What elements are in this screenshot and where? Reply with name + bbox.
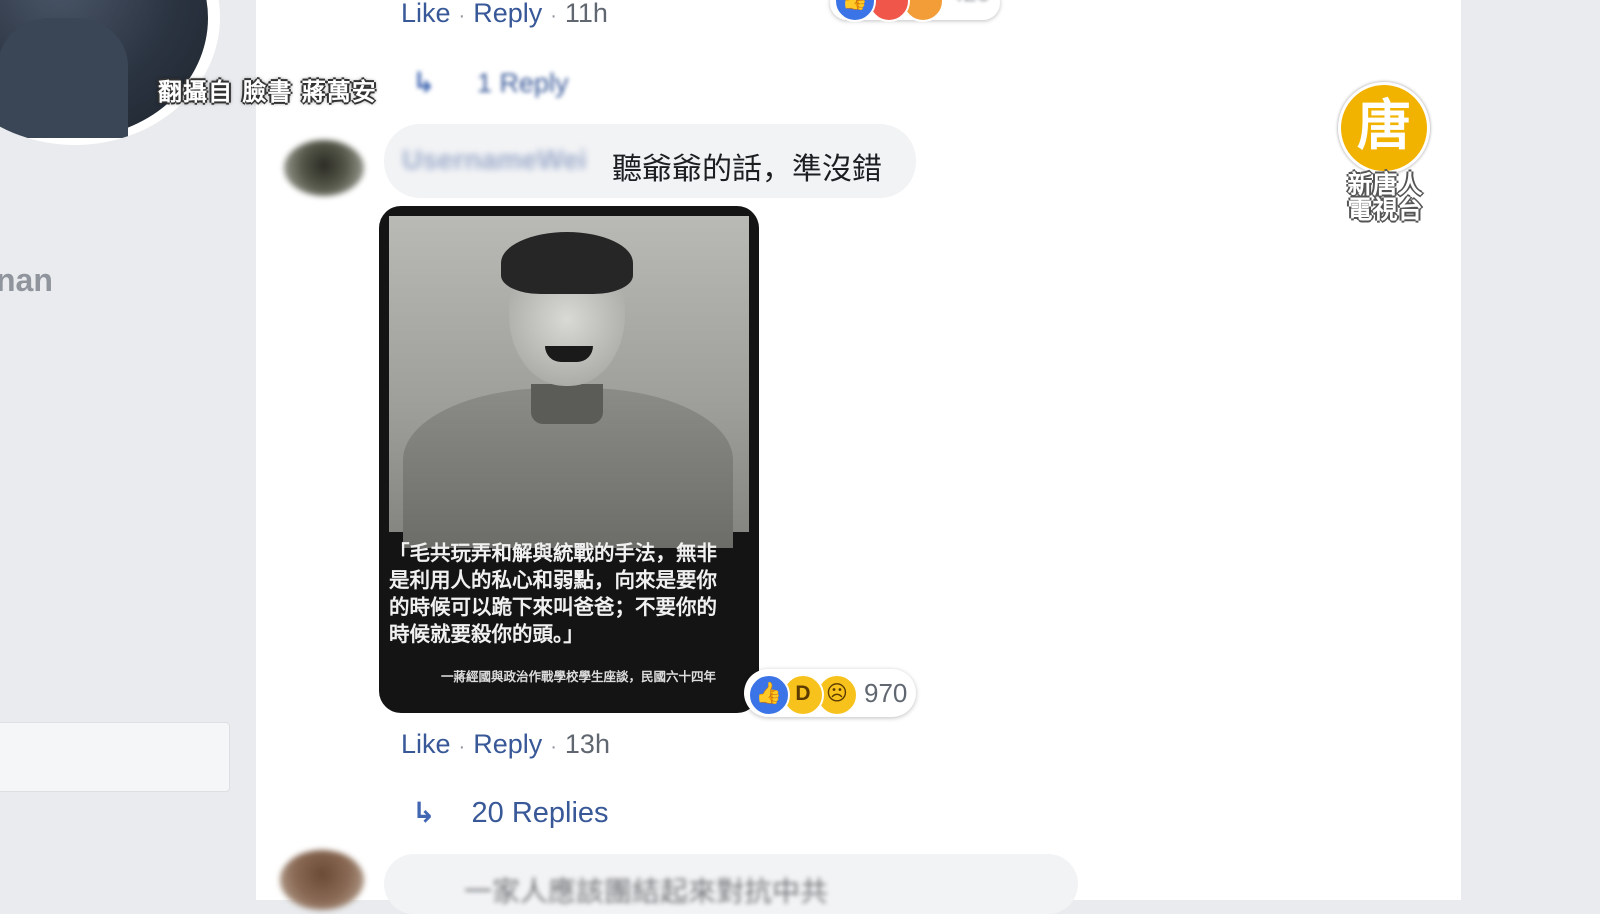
like-icon: 👍: [748, 674, 790, 716]
separator-dot: ·: [458, 5, 466, 27]
reactions-summary[interactable]: 👍 D ☹ 970: [744, 669, 916, 717]
prev-reaction-count: 420: [950, 0, 990, 8]
prev-replies-label: 1 Reply: [476, 68, 569, 98]
watermark-glyph: 唐: [1357, 94, 1411, 157]
commenter-avatar[interactable]: [284, 140, 364, 196]
prev-replies-link[interactable]: ↳ 1 Reply: [412, 66, 569, 99]
reply-link[interactable]: Reply: [473, 0, 542, 28]
watermark-text: 新唐人 電視台: [1347, 170, 1423, 224]
like-link[interactable]: Like: [401, 729, 451, 759]
like-link[interactable]: Like: [401, 0, 451, 28]
comment-time[interactable]: 13h: [565, 729, 610, 759]
commenter-name[interactable]: UsernameWei: [402, 144, 587, 176]
profile-name-fragment[interactable]: nan: [0, 262, 53, 299]
photo-attribution: 一蔣經國與政治作戰學校學生座談，民國六十四年: [441, 669, 717, 684]
prev-reactions-pill[interactable]: 👍 420: [830, 0, 1000, 22]
comment-photo[interactable]: 「毛共玩弄和解與統戰的手法，無非 是利用人的私心和弱點，向來是要你 的時候可以跪…: [379, 206, 759, 713]
separator-dot: ·: [550, 736, 557, 758]
next-comment-bubble: 一家人應該團結起來對抗中共: [384, 854, 1078, 914]
reply-arrow-icon: ↳: [412, 67, 436, 98]
portrait-hair: [501, 232, 633, 294]
prev-comment-actions: Like · Reply · 11h: [401, 0, 608, 29]
comment-text: 聽爺爺的話，準沒錯: [612, 152, 882, 187]
separator-dot: ·: [550, 5, 557, 27]
comment-time[interactable]: 11h: [565, 0, 608, 28]
watermark-logo-icon: 唐: [1338, 82, 1430, 174]
left-panel-box[interactable]: [0, 722, 230, 792]
like-icon: 👍: [834, 0, 876, 22]
reply-arrow-icon: ↳: [412, 797, 436, 828]
profile-avatar-photo: [0, 0, 208, 138]
source-caption: 翻攝自 臉書 蔣萬安: [158, 78, 377, 106]
next-commenter-avatar[interactable]: [280, 850, 364, 910]
comment-bubble: UsernameWei 聽爺爺的話，準沒錯: [384, 124, 916, 198]
portrait-collar: [531, 384, 603, 424]
portrait-image: [389, 216, 749, 548]
separator-dot: ·: [458, 736, 466, 758]
replies-count-label: 20 Replies: [471, 797, 609, 829]
photo-quote-text: 「毛共玩弄和解與統戰的手法，無非 是利用人的私心和弱點，向來是要你 的時候可以跪…: [389, 541, 717, 646]
broadcaster-watermark: 唐 新唐人 電視台: [1328, 82, 1442, 232]
reaction-count: 970: [864, 678, 908, 708]
view-replies-link[interactable]: ↳ 20 Replies: [412, 796, 609, 830]
next-comment-text: 一家人應該團結起來對抗中共: [464, 875, 829, 908]
avatar-shirt-shape: [0, 18, 128, 138]
right-margin: [1461, 0, 1600, 900]
left-sidebar: nan: [0, 0, 256, 900]
comment-actions: Like · Reply · 13h: [401, 729, 610, 760]
reply-link[interactable]: Reply: [473, 729, 542, 759]
